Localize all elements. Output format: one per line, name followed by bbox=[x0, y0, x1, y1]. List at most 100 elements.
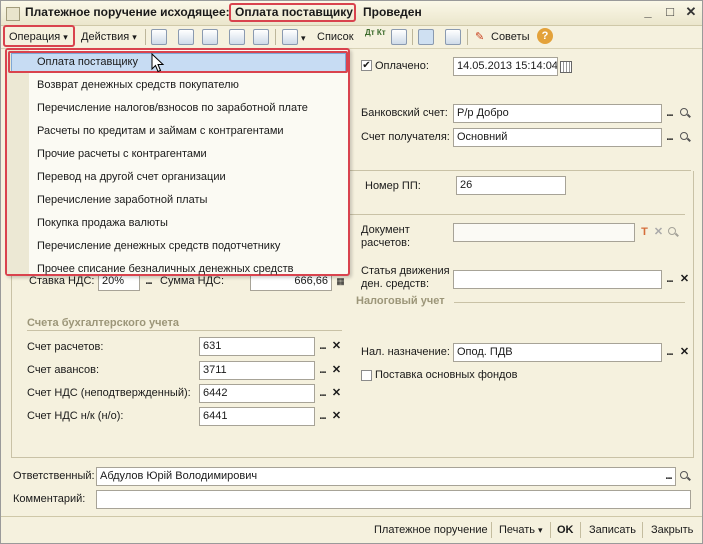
recipient-account-select-button[interactable]: ... bbox=[662, 129, 677, 146]
advance-account-field[interactable]: 3711 bbox=[199, 361, 315, 380]
clear-icon[interactable]: ✕ bbox=[329, 385, 344, 402]
mouse-cursor-icon bbox=[151, 53, 165, 73]
bank-account-select-button[interactable]: ... bbox=[662, 105, 677, 122]
toolbar-separator bbox=[145, 29, 146, 45]
clear-icon[interactable]: ✕ bbox=[677, 271, 692, 288]
cash-flow-item-field[interactable] bbox=[453, 270, 662, 289]
settings-icon[interactable] bbox=[445, 29, 461, 45]
help-button[interactable]: ? bbox=[537, 28, 553, 44]
print-menu-button[interactable]: Печать bbox=[499, 524, 543, 536]
panel-right-border bbox=[693, 171, 694, 458]
fixed-assets-checkbox[interactable] bbox=[361, 370, 372, 381]
toolbar-separator bbox=[467, 29, 468, 45]
comment-label: Комментарий: bbox=[13, 493, 86, 505]
comment-field[interactable] bbox=[96, 490, 691, 509]
post-document-icon[interactable] bbox=[229, 29, 245, 45]
advice-button[interactable]: Советы bbox=[491, 29, 529, 45]
menu-item-payroll-taxes[interactable]: Перечисление налогов/взносов по заработн… bbox=[37, 98, 308, 118]
add-copy-icon[interactable] bbox=[202, 29, 218, 45]
advance-account-select-button[interactable]: ... bbox=[315, 362, 330, 379]
settlement-document-field[interactable] bbox=[453, 223, 635, 242]
menu-item-salary[interactable]: Перечисление заработной платы bbox=[37, 190, 207, 210]
advance-account-label: Счет авансов: bbox=[27, 364, 100, 376]
go-to-icon[interactable] bbox=[282, 29, 298, 45]
clear-icon[interactable]: ✕ bbox=[329, 338, 344, 355]
vat-nk-field[interactable]: 6441 bbox=[199, 407, 315, 426]
clear-icon[interactable]: ✕ bbox=[651, 224, 666, 241]
refresh-icon[interactable] bbox=[178, 29, 194, 45]
vat-unconfirmed-field[interactable]: 6442 bbox=[199, 384, 315, 403]
menu-item-loans[interactable]: Расчеты по кредитам и займам с контраген… bbox=[37, 121, 284, 141]
menu-item-transfer-own-account[interactable]: Перевод на другой счет организации bbox=[37, 167, 226, 187]
settle-account-select-button[interactable]: ... bbox=[315, 338, 330, 355]
tax-purpose-field[interactable]: Опод. ПДВ bbox=[453, 343, 662, 362]
search-icon[interactable] bbox=[677, 129, 692, 146]
clear-icon[interactable]: ✕ bbox=[677, 344, 692, 361]
status-separator bbox=[580, 522, 581, 538]
dt-kt-button[interactable]: Дт Кт bbox=[365, 29, 386, 45]
minimize-button[interactable]: _ bbox=[641, 5, 655, 19]
payment-order-print-button[interactable]: Платежное поручение bbox=[374, 524, 488, 536]
menu-item-currency[interactable]: Покупка продажа валюты bbox=[37, 213, 168, 233]
group-divider bbox=[454, 302, 685, 303]
ok-button[interactable]: OK bbox=[557, 524, 574, 536]
document-window: Платежное поручение исходящее: Оплата по… bbox=[0, 0, 703, 544]
maximize-button[interactable]: □ bbox=[663, 5, 677, 19]
paid-checkbox[interactable]: ✔ bbox=[361, 60, 372, 71]
title-prefix: Платежное поручение исходящее: bbox=[25, 5, 230, 19]
type-icon[interactable]: T bbox=[637, 224, 652, 241]
list-button[interactable]: Список bbox=[317, 29, 354, 45]
menu-item-other-settlements[interactable]: Прочие расчеты с контрагентами bbox=[37, 144, 207, 164]
calendar-icon[interactable] bbox=[560, 61, 572, 73]
status-separator bbox=[491, 522, 492, 538]
menu-item-other-debit[interactable]: Прочее списание безналичных денежных сре… bbox=[37, 259, 293, 279]
toolbar: Операция Действия ▾ Список Дт Кт ✎ Совет… bbox=[1, 26, 702, 49]
paid-date-field[interactable]: 14.05.2013 15:14:04 bbox=[453, 57, 558, 76]
search-icon[interactable] bbox=[677, 468, 692, 485]
advice-icon: ✎ bbox=[475, 31, 485, 43]
panel-bottom-border bbox=[11, 457, 694, 458]
dropdown-arrow-icon[interactable]: ▾ bbox=[301, 30, 306, 46]
tax-purpose-label: Нал. назначение: bbox=[361, 346, 450, 358]
section-divider bbox=[349, 170, 691, 171]
copy-icon[interactable] bbox=[151, 29, 167, 45]
close-window-button[interactable]: ✕ bbox=[684, 5, 698, 19]
structure-icon[interactable] bbox=[418, 29, 434, 45]
menu-gutter bbox=[7, 50, 29, 274]
cash-flow-select-button[interactable]: ... bbox=[662, 271, 677, 288]
operation-dropdown-menu: Оплата поставщику Возврат денежных средс… bbox=[5, 48, 350, 276]
search-icon[interactable] bbox=[677, 105, 692, 122]
pp-number-label: Номер ПП: bbox=[365, 180, 421, 192]
settle-account-field[interactable]: 631 bbox=[199, 337, 315, 356]
unpost-document-icon[interactable] bbox=[253, 29, 269, 45]
save-button[interactable]: Записать bbox=[589, 524, 636, 536]
menu-item-accountable-person[interactable]: Перечисление денежных средств подотчетни… bbox=[37, 236, 280, 256]
clear-icon[interactable]: ✕ bbox=[329, 408, 344, 425]
recipient-account-label: Счет получателя: bbox=[361, 131, 450, 143]
movement-label-line2: ден. средств: bbox=[361, 278, 430, 290]
bank-account-field[interactable]: Р/р Добро bbox=[453, 104, 662, 123]
vat-unconfirmed-select-button[interactable]: ... bbox=[315, 385, 330, 402]
search-icon[interactable] bbox=[665, 224, 680, 241]
responsible-field[interactable]: Абдулов Юрій Володимирович bbox=[96, 467, 676, 486]
actions-menu-button[interactable]: Действия bbox=[81, 29, 137, 45]
status-bar: Платежное поручение Печать OK Записать З… bbox=[1, 516, 702, 544]
pp-number-field[interactable]: 26 bbox=[456, 176, 566, 195]
clear-icon[interactable]: ✕ bbox=[329, 362, 344, 379]
tax-group-title: Налоговый учет bbox=[356, 295, 445, 307]
group-divider bbox=[27, 330, 342, 331]
operation-button-highlight bbox=[3, 25, 75, 47]
toolbar-separator bbox=[275, 29, 276, 45]
menu-item-refund-buyer[interactable]: Возврат денежных средств покупателю bbox=[37, 75, 239, 95]
vat-unconfirmed-label: Счет НДС (неподтвержденный): bbox=[27, 387, 191, 399]
close-button[interactable]: Закрыть bbox=[651, 524, 693, 536]
bank-account-label: Банковский счет: bbox=[361, 107, 448, 119]
movement-label-line1: Статья движения bbox=[361, 265, 450, 277]
paid-label: Оплачено: bbox=[375, 60, 429, 72]
recipient-account-field[interactable]: Основний bbox=[453, 128, 662, 147]
document-journal-icon[interactable] bbox=[391, 29, 407, 45]
settle-account-label: Счет расчетов: bbox=[27, 341, 104, 353]
responsible-select-button[interactable]: ... bbox=[661, 468, 676, 485]
vat-nk-select-button[interactable]: ... bbox=[315, 408, 330, 425]
tax-purpose-select-button[interactable]: ... bbox=[662, 344, 677, 361]
